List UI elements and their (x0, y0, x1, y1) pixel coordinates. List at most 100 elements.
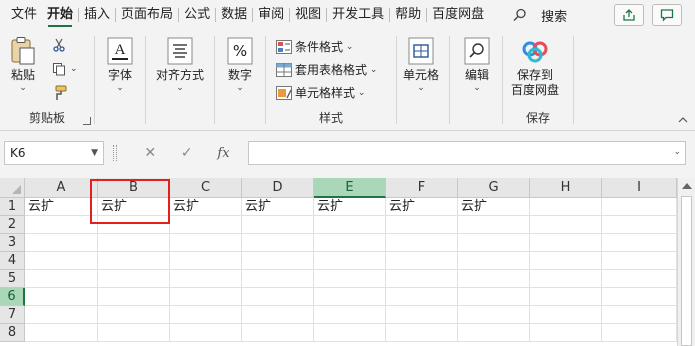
column-header-h[interactable]: H (530, 178, 602, 198)
cell-c8[interactable] (170, 324, 242, 342)
cells-button[interactable]: 单元格 ⌄ (403, 36, 439, 93)
comments-button[interactable] (652, 4, 682, 26)
insert-function-button[interactable]: fx (217, 146, 229, 161)
cell-g4[interactable] (458, 252, 530, 270)
cell-d6[interactable] (242, 288, 314, 306)
row-header-8[interactable]: 8 (0, 324, 25, 342)
cell-a7[interactable] (25, 306, 98, 324)
cell-a3[interactable] (25, 234, 98, 252)
cell-a2[interactable] (25, 216, 98, 234)
cell-f7[interactable] (386, 306, 458, 324)
cut-icon[interactable] (52, 38, 66, 52)
cell-h6[interactable] (530, 288, 602, 306)
tab-review[interactable]: 审阅 (253, 0, 289, 30)
number-button[interactable]: % 数字 ⌄ (225, 36, 255, 93)
cell-g5[interactable] (458, 270, 530, 288)
cell-f4[interactable] (386, 252, 458, 270)
cell-g1[interactable]: 云扩 (458, 198, 530, 216)
alignment-button[interactable]: 对齐方式 ⌄ (156, 36, 204, 93)
select-all-corner[interactable] (0, 178, 25, 198)
cell-g7[interactable] (458, 306, 530, 324)
row-header-7[interactable]: 7 (0, 306, 25, 324)
cell-i1[interactable] (602, 198, 677, 216)
cell-h5[interactable] (530, 270, 602, 288)
resize-handle[interactable] (113, 145, 117, 161)
column-header-f[interactable]: F (386, 178, 458, 198)
vertical-scrollbar[interactable] (677, 178, 695, 346)
row-header-4[interactable]: 4 (0, 252, 25, 270)
cell-e3[interactable] (314, 234, 386, 252)
tab-help[interactable]: 帮助 (390, 0, 426, 30)
cell-g3[interactable] (458, 234, 530, 252)
conditional-formatting-button[interactable]: 条件格式 ⌄ (276, 38, 353, 55)
cell-e8[interactable] (314, 324, 386, 342)
cell-g2[interactable] (458, 216, 530, 234)
cell-i3[interactable] (602, 234, 677, 252)
scroll-up-icon[interactable] (682, 183, 692, 189)
cell-b4[interactable] (98, 252, 170, 270)
format-as-table-button[interactable]: 套用表格格式 ⌄ (276, 61, 377, 78)
tab-file[interactable]: 文件 (6, 0, 42, 30)
tab-developer[interactable]: 开发工具 (327, 0, 389, 30)
chevron-down-icon[interactable]: ⌄ (673, 147, 681, 157)
cell-d2[interactable] (242, 216, 314, 234)
cell-i2[interactable] (602, 216, 677, 234)
cell-a6[interactable] (25, 288, 98, 306)
row-header-2[interactable]: 2 (0, 216, 25, 234)
tab-baidu-netdisk[interactable]: 百度网盘 (427, 0, 489, 30)
tab-page-layout[interactable]: 页面布局 (116, 0, 178, 30)
cell-e6[interactable] (314, 288, 386, 306)
confirm-icon[interactable]: ✓ (181, 145, 193, 161)
cell-f3[interactable] (386, 234, 458, 252)
cell-h2[interactable] (530, 216, 602, 234)
format-painter-icon[interactable] (52, 85, 68, 101)
cell-c5[interactable] (170, 270, 242, 288)
cell-d5[interactable] (242, 270, 314, 288)
cell-h1[interactable] (530, 198, 602, 216)
cell-c3[interactable] (170, 234, 242, 252)
row-header-6[interactable]: 6 (0, 288, 25, 306)
paste-button[interactable]: 粘贴 ⌄ (8, 36, 38, 93)
column-header-g[interactable]: G (458, 178, 530, 198)
cell-c6[interactable] (170, 288, 242, 306)
scrollbar-thumb[interactable] (681, 196, 692, 346)
column-header-i[interactable]: I (602, 178, 677, 198)
cell-c4[interactable] (170, 252, 242, 270)
cell-h3[interactable] (530, 234, 602, 252)
column-header-a[interactable]: A (25, 178, 98, 198)
cell-i8[interactable] (602, 324, 677, 342)
cell-f2[interactable] (386, 216, 458, 234)
dialog-launcher-icon[interactable] (83, 117, 91, 125)
cell-h7[interactable] (530, 306, 602, 324)
cell-i7[interactable] (602, 306, 677, 324)
cell-b7[interactable] (98, 306, 170, 324)
cell-i6[interactable] (602, 288, 677, 306)
tab-insert[interactable]: 插入 (79, 0, 115, 30)
cell-f1[interactable]: 云扩 (386, 198, 458, 216)
cell-h4[interactable] (530, 252, 602, 270)
cell-d4[interactable] (242, 252, 314, 270)
font-button[interactable]: A 字体 ⌄ (105, 36, 135, 93)
cell-g8[interactable] (458, 324, 530, 342)
tab-data[interactable]: 数据 (216, 0, 252, 30)
cell-d1[interactable]: 云扩 (242, 198, 314, 216)
cell-d7[interactable] (242, 306, 314, 324)
cell-e4[interactable] (314, 252, 386, 270)
cell-styles-button[interactable]: 单元格样式 ⌄ (276, 84, 365, 101)
cell-a8[interactable] (25, 324, 98, 342)
search-box[interactable]: 搜索 (513, 6, 567, 25)
cell-a5[interactable] (25, 270, 98, 288)
column-header-d[interactable]: D (242, 178, 314, 198)
cell-f5[interactable] (386, 270, 458, 288)
cell-e7[interactable] (314, 306, 386, 324)
cell-c2[interactable] (170, 216, 242, 234)
share-button[interactable] (614, 4, 644, 26)
cell-d3[interactable] (242, 234, 314, 252)
cell-b6[interactable] (98, 288, 170, 306)
cell-e2[interactable] (314, 216, 386, 234)
tab-home[interactable]: 开始 (42, 0, 78, 30)
cell-b8[interactable] (98, 324, 170, 342)
save-to-netdisk-button[interactable]: 保存到 百度网盘 (511, 36, 559, 98)
cell-c7[interactable] (170, 306, 242, 324)
cell-d8[interactable] (242, 324, 314, 342)
